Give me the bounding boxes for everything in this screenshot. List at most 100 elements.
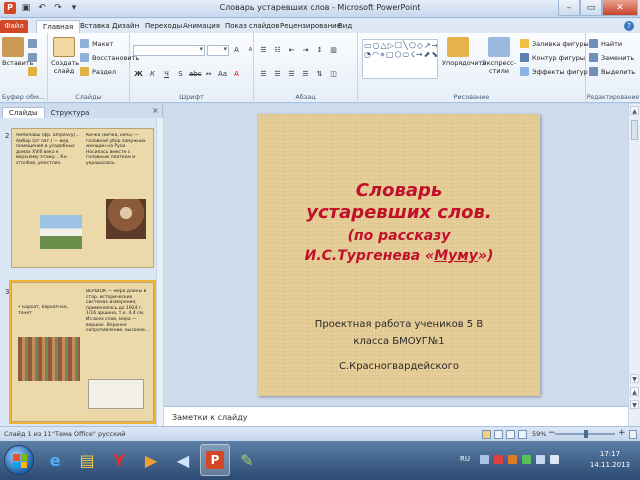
- update-icon[interactable]: [522, 455, 531, 464]
- slide-body-line1[interactable]: Проектная работа учеников 5 В: [258, 316, 540, 333]
- tab-slides[interactable]: Слайды: [2, 107, 45, 118]
- tray-clock[interactable]: 17:17 14.11.2013: [590, 449, 630, 471]
- numbering-icon[interactable]: ☷: [272, 45, 283, 56]
- tray-app-icon[interactable]: [508, 455, 517, 464]
- scroll-thumb[interactable]: [631, 120, 638, 140]
- smartart-icon[interactable]: ◫: [328, 69, 339, 80]
- file-explorer-icon[interactable]: ▤: [72, 444, 102, 476]
- font-name-combo[interactable]: [133, 45, 205, 56]
- bullets-icon[interactable]: ☰: [258, 45, 269, 56]
- tab-outline[interactable]: Структура: [45, 108, 96, 118]
- slide-sorter-icon[interactable]: [494, 430, 503, 439]
- language-indicator[interactable]: русский: [98, 430, 126, 438]
- help-icon[interactable]: ?: [624, 21, 634, 31]
- panel-close-icon[interactable]: ×: [152, 106, 159, 115]
- slide-canvas[interactable]: Словарь устаревших слов. (по рассказу И.…: [258, 114, 540, 396]
- zoom-slider-knob[interactable]: [584, 430, 588, 438]
- case-icon[interactable]: Aa: [217, 69, 228, 80]
- fit-to-window-icon[interactable]: [629, 430, 637, 439]
- subtitle-link[interactable]: Муму: [434, 248, 478, 264]
- thumbnail-text-left: • Бархат, бархатное, тонет: [18, 305, 69, 316]
- align-left-icon[interactable]: ☰: [258, 69, 269, 80]
- strikethrough-icon[interactable]: abc: [189, 69, 202, 80]
- zoom-level[interactable]: 59%: [532, 430, 546, 438]
- align-right-icon[interactable]: ☰: [286, 69, 297, 80]
- text-direction-icon[interactable]: ⇅: [314, 69, 325, 80]
- slide-body-line2[interactable]: класса БМОУГ№1: [258, 333, 540, 350]
- zoom-in-icon[interactable]: +: [618, 428, 626, 438]
- editor-scrollbar[interactable]: ▲ ▼ ▲ ▼: [628, 104, 640, 426]
- tab-transitions[interactable]: Переходы: [145, 20, 182, 33]
- columns-icon[interactable]: ▥: [328, 45, 339, 56]
- notes-pane[interactable]: Заметки к слайду: [164, 406, 628, 426]
- reading-view-icon[interactable]: [506, 430, 515, 439]
- spacing-icon[interactable]: ↔: [203, 69, 214, 80]
- slide-title-line2[interactable]: устаревших слов.: [258, 202, 540, 223]
- tab-insert[interactable]: Вставка: [80, 20, 110, 33]
- font-size-combo[interactable]: [207, 45, 229, 56]
- yandex-browser-icon[interactable]: Y: [104, 444, 134, 476]
- paint-icon[interactable]: ✎: [232, 444, 262, 476]
- next-slide-icon[interactable]: ▼: [630, 400, 639, 409]
- shapes-gallery[interactable]: ▭○△▷☐╲⬠◇↗→⇨⇧☆✧⌒⌓⊏{}◔◠⋄▢⬡⬭☇⇝⬈⬊: [362, 39, 438, 79]
- select-button[interactable]: Выделить: [589, 67, 635, 76]
- start-button[interactable]: [4, 445, 34, 475]
- italic-icon[interactable]: К: [147, 69, 158, 80]
- font-color-icon[interactable]: A: [231, 69, 242, 80]
- tab-animation[interactable]: Анимация: [183, 20, 220, 33]
- scroll-down-icon[interactable]: ▼: [630, 374, 639, 383]
- volume-app-icon[interactable]: ◀: [168, 444, 198, 476]
- paste-button[interactable]: Вставить: [2, 37, 33, 67]
- decrease-indent-icon[interactable]: ⇤: [286, 45, 297, 56]
- section-button[interactable]: Раздел: [80, 67, 116, 76]
- tab-slideshow[interactable]: Показ слайдов: [225, 20, 279, 33]
- layout-button[interactable]: Макет: [80, 39, 113, 48]
- previous-slide-icon[interactable]: ▲: [630, 387, 639, 396]
- cut-button[interactable]: [28, 39, 37, 48]
- tray-language[interactable]: RU: [460, 455, 470, 463]
- slideshow-view-icon[interactable]: [518, 430, 527, 439]
- slide-thumbnail[interactable]: Ампиловы (фр. ampilovy)... Амбар (от лат…: [11, 128, 154, 268]
- network-icon[interactable]: [536, 455, 545, 464]
- maximize-button[interactable]: ▭: [580, 0, 602, 16]
- tab-design[interactable]: Дизайн: [112, 20, 139, 33]
- normal-view-icon[interactable]: [482, 430, 491, 439]
- find-button[interactable]: Найти: [589, 39, 622, 48]
- internet-explorer-icon[interactable]: e: [40, 444, 70, 476]
- new-slide-button[interactable]: Создать слайд: [51, 37, 79, 75]
- volume-icon[interactable]: [550, 455, 559, 464]
- antivirus-icon[interactable]: [494, 455, 503, 464]
- shadow-icon[interactable]: S: [175, 69, 186, 80]
- copy-button[interactable]: [28, 53, 37, 62]
- shape-effects-button[interactable]: Эффекты фигур: [520, 67, 588, 76]
- tray-expand-icon[interactable]: [480, 455, 489, 464]
- slide-body-line3[interactable]: С.Красногвардейского: [258, 358, 540, 375]
- tab-file[interactable]: Файл: [0, 20, 28, 33]
- slide-title-line1[interactable]: Словарь: [258, 180, 540, 201]
- tab-review[interactable]: Рецензирование: [280, 20, 341, 33]
- tab-home[interactable]: Главная: [36, 20, 81, 33]
- slide-subtitle-line2[interactable]: И.С.Тургенева «Муму»): [258, 247, 540, 266]
- quick-styles-button[interactable]: Экспресс-стили: [480, 37, 518, 75]
- increase-indent-icon[interactable]: ⇥: [300, 45, 311, 56]
- replace-button[interactable]: Заменить: [589, 53, 634, 62]
- arrange-button[interactable]: Упорядочить: [442, 37, 486, 67]
- line-spacing-icon[interactable]: ↕: [314, 45, 325, 56]
- justify-icon[interactable]: ☰: [300, 69, 311, 80]
- slide-thumbnail[interactable]: • Бархат, бархатное, тонет ВЕРШОК — мера…: [9, 280, 156, 424]
- underline-icon[interactable]: Ч: [161, 69, 172, 80]
- grow-font-icon[interactable]: A: [231, 45, 242, 56]
- slide-subtitle-line1[interactable]: (по рассказу: [258, 227, 540, 246]
- bold-icon[interactable]: Ж: [133, 69, 144, 80]
- tab-view[interactable]: Вид: [338, 20, 352, 33]
- panel-scrollbar[interactable]: [156, 118, 163, 426]
- media-player-icon[interactable]: ▶: [136, 444, 166, 476]
- format-painter-button[interactable]: [28, 67, 37, 76]
- powerpoint-task-icon[interactable]: P: [200, 444, 230, 476]
- shape-fill-button[interactable]: Заливка фигуры: [520, 39, 589, 48]
- align-center-icon[interactable]: ☰: [272, 69, 283, 80]
- minimize-button[interactable]: –: [558, 0, 580, 16]
- scroll-up-icon[interactable]: ▲: [630, 106, 639, 115]
- shape-outline-button[interactable]: Контур фигуры: [520, 53, 585, 62]
- close-button[interactable]: ✕: [602, 0, 638, 16]
